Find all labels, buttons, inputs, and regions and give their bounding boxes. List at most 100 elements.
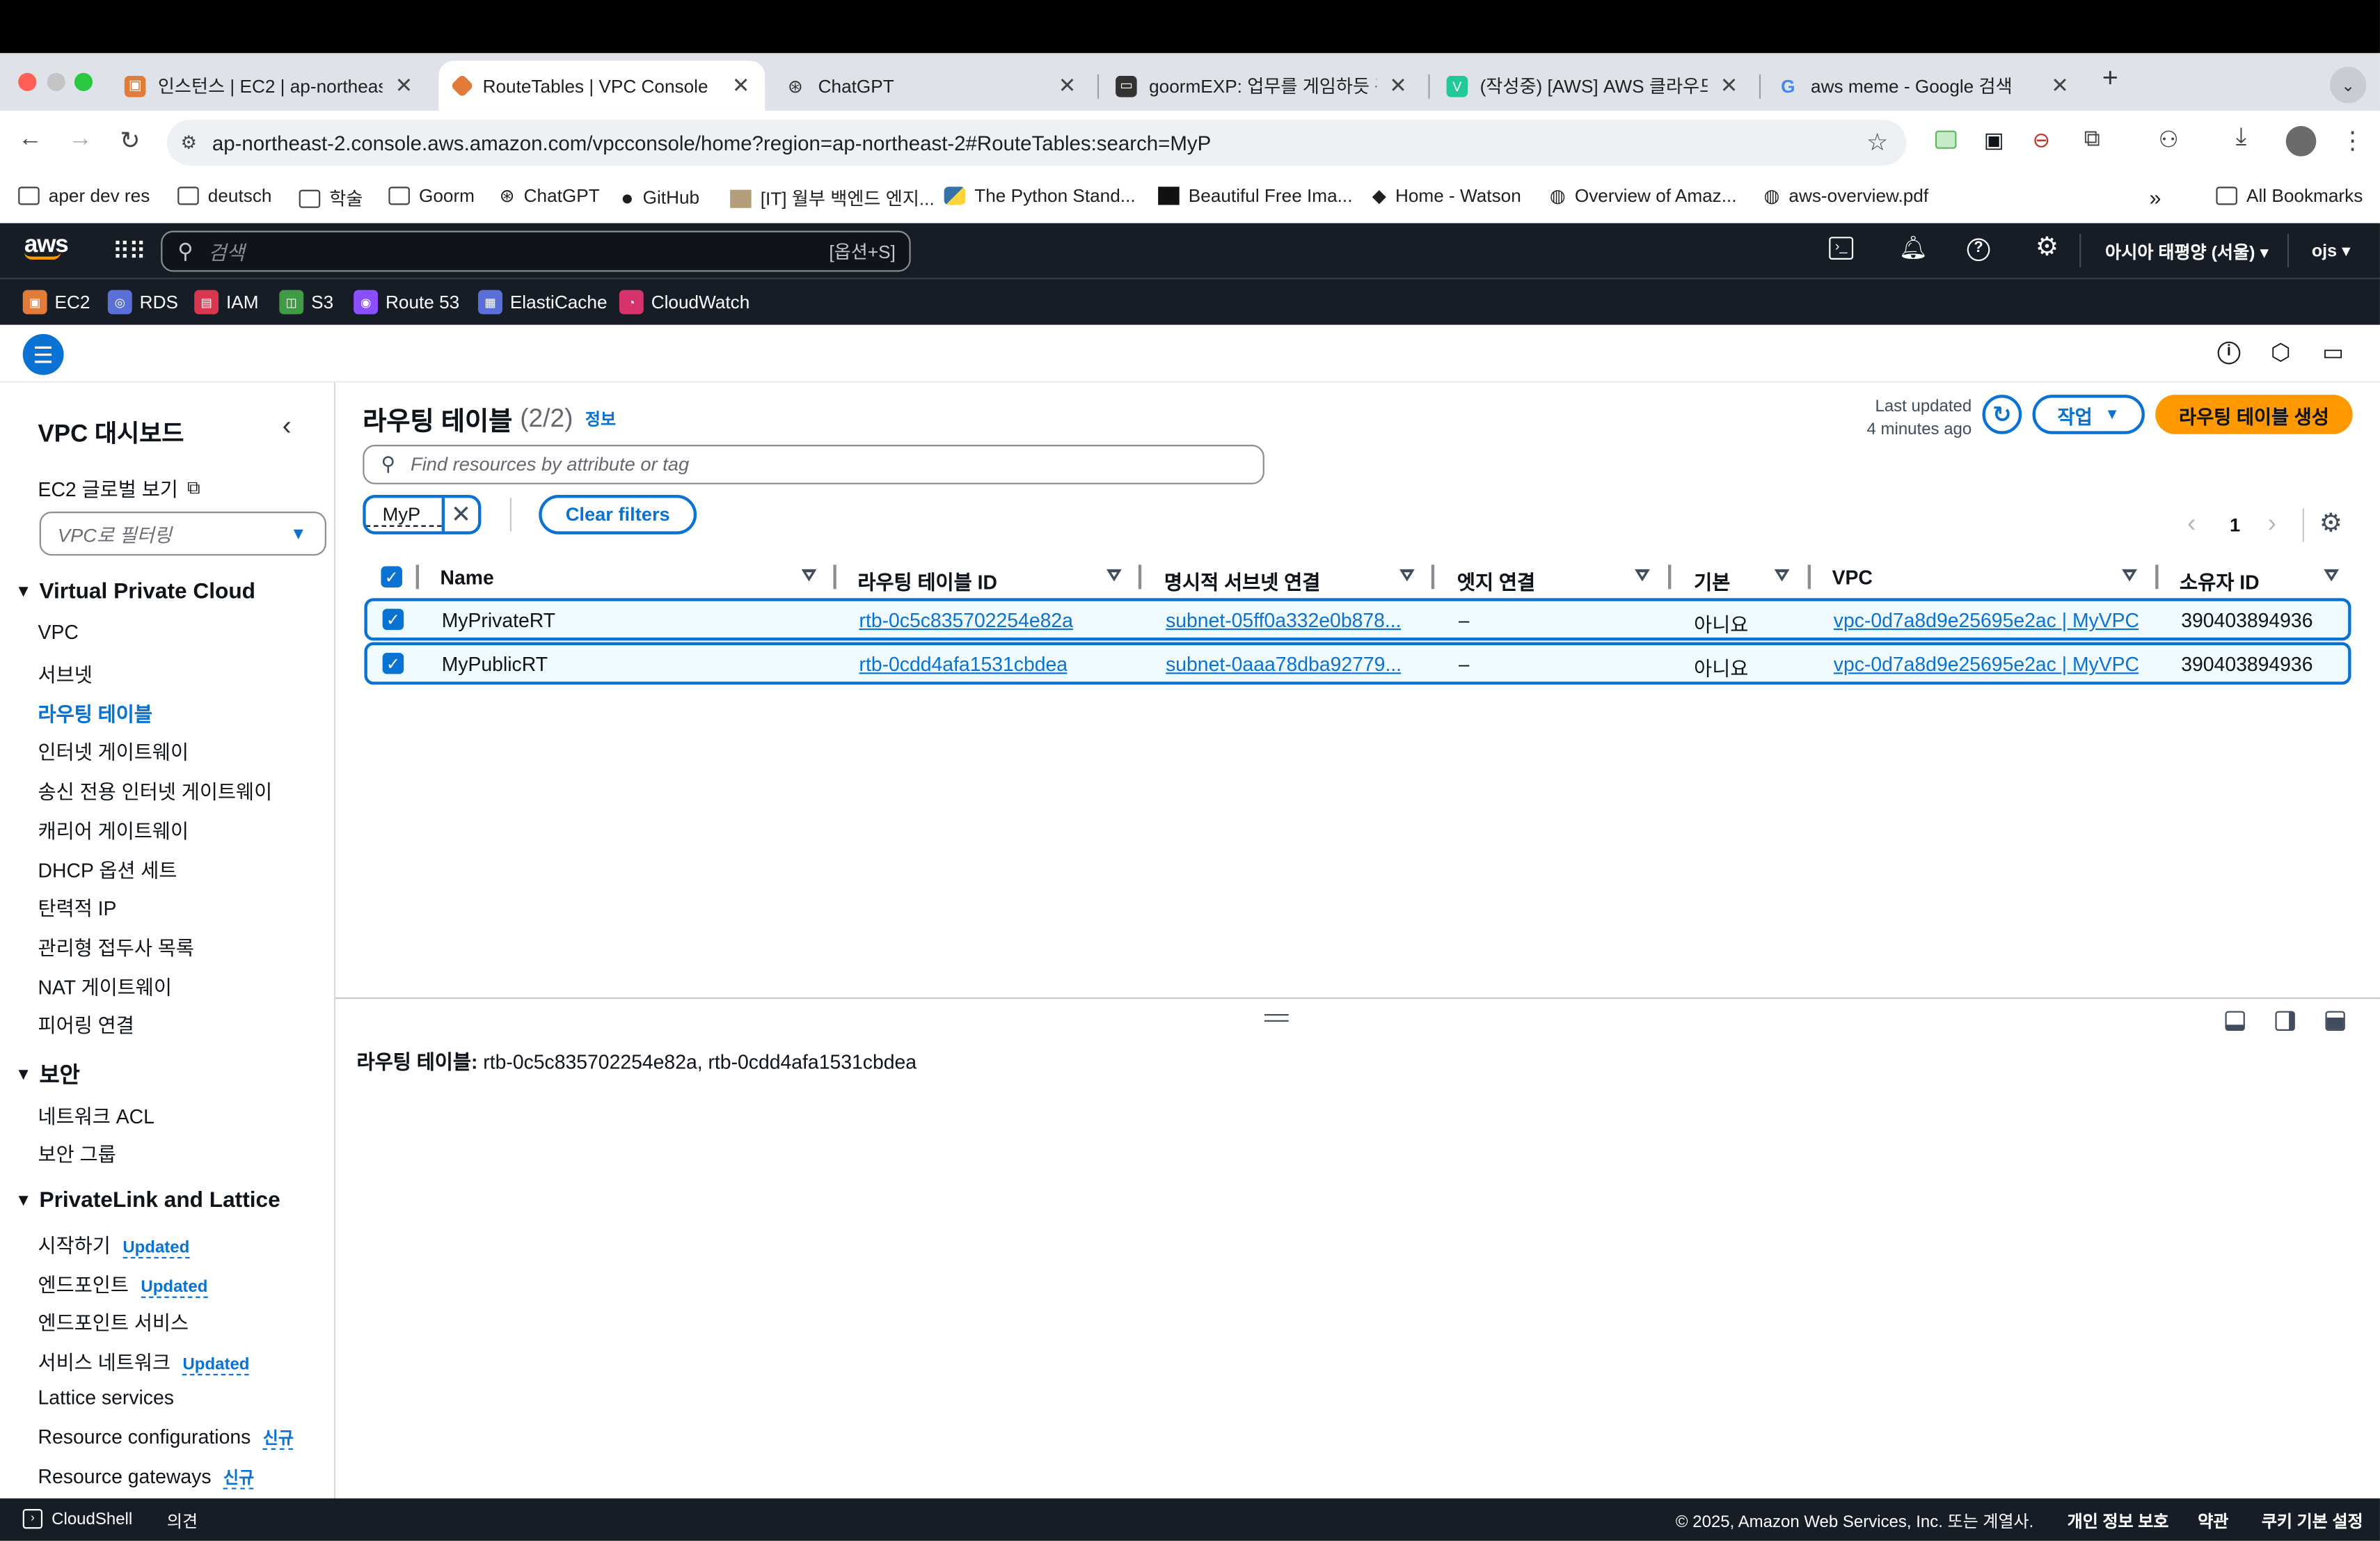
favorite-cloudwatch[interactable]: ◔ CloudWatch xyxy=(619,290,749,315)
sort-icon[interactable] xyxy=(2324,569,2340,582)
tab-search-icon[interactable]: ⌄ xyxy=(2329,66,2367,104)
display-settings-icon[interactable]: ▭ xyxy=(2322,338,2344,366)
column-header-edge[interactable]: 엣지 연결 xyxy=(1457,567,1535,595)
all-bookmarks[interactable]: All Bookmarks xyxy=(2216,185,2363,207)
cell-vpc[interactable]: vpc-0d7a8d9e25695e2ac | MyVPC xyxy=(1834,609,2139,632)
region-selector[interactable]: 아시아 태평양 (서울) ▾ xyxy=(2105,240,2269,264)
profile-avatar[interactable] xyxy=(2285,126,2317,157)
browser-tab-active[interactable]: RouteTables | VPC Console ✕ xyxy=(438,61,765,111)
panel-bottom-icon[interactable] xyxy=(2225,1011,2245,1031)
column-header-main[interactable]: 기본 xyxy=(1694,567,1730,595)
sidebar-item-service-networks[interactable]: 서비스 네트워크 Updated xyxy=(38,1347,250,1376)
browser-tab[interactable]: V (작성중) [AWS] AWS 클라우드 네 ✕ xyxy=(1431,61,1753,111)
back-arrow-icon[interactable]: ← xyxy=(18,126,42,153)
reload-icon[interactable]: ↻ xyxy=(120,126,140,157)
bookmark-item[interactable]: ⊛ ChatGPT xyxy=(500,185,600,207)
download-icon[interactable]: ⤓ xyxy=(2236,125,2246,152)
address-bar[interactable]: ⚙ ap-northeast-2.console.aws.amazon.com/… xyxy=(166,120,1907,166)
sidebar-item-resource-configurations[interactable]: Resource configurations 신규 xyxy=(38,1425,294,1450)
sidebar-item-network-acls[interactable]: 네트워크 ACL xyxy=(38,1100,154,1129)
sidebar-item-carrier-gateways[interactable]: 캐리어 게이트웨이 xyxy=(38,815,189,844)
cell-subnet[interactable]: subnet-0aaa78dba92779... xyxy=(1166,653,1402,676)
services-menu-icon[interactable]: ⠿⠿ xyxy=(112,237,146,267)
sidebar-item-subnets[interactable]: 서브넷 xyxy=(38,659,93,688)
new-tab-button[interactable]: + xyxy=(2102,62,2118,94)
close-icon[interactable]: ✕ xyxy=(732,73,750,99)
favorite-iam[interactable]: ▤ IAM xyxy=(194,290,259,315)
remove-filter-icon[interactable]: ✕ xyxy=(444,500,478,530)
sidebar-item-security-groups[interactable]: 보안 그룹 xyxy=(38,1139,116,1167)
help-icon[interactable]: ? xyxy=(1967,238,1990,262)
next-page-icon[interactable]: › xyxy=(2268,509,2276,539)
sidebar-item-resource-gateways[interactable]: Resource gateways 신규 xyxy=(38,1465,255,1489)
url-text[interactable]: ap-northeast-2.console.aws.amazon.com/vp… xyxy=(212,132,1211,155)
bookmark-item[interactable]: deutsch xyxy=(177,185,271,207)
sidebar-item-endpoints[interactable]: 엔드포인트 Updated xyxy=(38,1269,208,1298)
sort-icon[interactable] xyxy=(1106,569,1122,582)
column-header-vpc[interactable]: VPC xyxy=(1832,567,1873,590)
side-nav-toggle-icon[interactable]: ☰ xyxy=(22,333,64,375)
bookmark-item[interactable]: ◆ Home - Watson xyxy=(1372,185,1521,207)
browser-tab[interactable]: ⊛ ChatGPT ✕ xyxy=(770,61,1091,111)
table-row[interactable]: ✓ MyPublicRT rtb-0cdd4afa1531cbdea subne… xyxy=(364,642,2351,685)
window-minimize-button[interactable] xyxy=(47,72,65,91)
cloudshell-icon[interactable]: ›_ xyxy=(1829,237,1854,260)
column-header-owner-id[interactable]: 소유자 ID xyxy=(2180,567,2260,595)
sidebar-item-elastic-ips[interactable]: 탄력적 IP xyxy=(38,892,117,921)
security-icon[interactable]: ⬡ xyxy=(2271,338,2291,366)
sidebar-item-route-tables[interactable]: 라우팅 테이블 xyxy=(38,698,152,727)
sidebar-item-endpoint-services[interactable]: 엔드포인트 서비스 xyxy=(38,1307,189,1336)
column-header-name[interactable]: Name xyxy=(441,567,494,590)
extension-icon[interactable]: ⊖ xyxy=(2032,127,2050,153)
aws-search-input[interactable]: ⚲ 검색 [옵션+S] xyxy=(161,230,911,272)
browser-tab[interactable]: ▭ goormEXP: 업무를 게임하듯 관리 ✕ xyxy=(1100,61,1422,111)
filter-token-label[interactable]: MyP xyxy=(365,503,442,526)
cookie-preferences-link[interactable]: 쿠키 기본 설정 xyxy=(2262,1509,2363,1533)
close-icon[interactable]: ✕ xyxy=(1389,73,1407,99)
section-security[interactable]: ▼ 보안 xyxy=(15,1058,80,1090)
info-link[interactable]: 정보 xyxy=(585,406,616,430)
bookmark-item[interactable]: aper dev res xyxy=(18,185,150,207)
page-number[interactable]: 1 xyxy=(2230,514,2240,536)
extensions-puzzle-icon[interactable]: ⧉ xyxy=(2084,126,2100,152)
browser-tab[interactable]: ▣ 인스턴스 | EC2 | ap-northeast-2 ✕ xyxy=(109,61,428,111)
create-route-table-button[interactable]: 라우팅 테이블 생성 xyxy=(2155,395,2353,434)
sidebar-item-egress-only-igw[interactable]: 송신 전용 인터넷 게이트웨이 xyxy=(38,776,273,805)
sort-icon[interactable] xyxy=(1635,569,1650,582)
incognito-icon[interactable]: ⚇ xyxy=(2159,126,2179,153)
menu-kebab-icon[interactable]: ⋮ xyxy=(2340,126,2365,157)
favorite-s3[interactable]: ◫ S3 xyxy=(279,290,333,315)
bookmark-item[interactable]: ● GitHub xyxy=(621,185,699,210)
collapse-chevron-icon[interactable]: ‹ xyxy=(283,410,292,442)
bookmark-item[interactable]: ◍ Overview of Amaz... xyxy=(1550,185,1737,207)
sidebar-item-peering[interactable]: 피어링 연결 xyxy=(38,1009,134,1038)
vpc-filter-select[interactable]: VPC로 필터링 ▼ xyxy=(39,512,326,556)
favorite-ec2[interactable]: ▣ EC2 xyxy=(22,290,90,315)
cell-subnet[interactable]: subnet-05ff0a332e0b878... xyxy=(1166,609,1401,632)
forward-arrow-icon[interactable]: → xyxy=(68,126,93,153)
sidebar-item-internet-gateways[interactable]: 인터넷 게이트웨이 xyxy=(38,736,189,765)
bookmark-item[interactable]: 학술 xyxy=(299,185,363,211)
sidebar-item-dhcp-options[interactable]: DHCP 옵션 세트 xyxy=(38,855,177,883)
select-all-checkbox[interactable]: ✓ xyxy=(381,566,402,588)
favorite-elasticache[interactable]: ▦ ElastiCache xyxy=(478,290,608,315)
section-virtual-private-cloud[interactable]: ▼ Virtual Private Cloud xyxy=(15,580,255,604)
close-icon[interactable]: ✕ xyxy=(1720,73,1738,99)
bell-icon[interactable]: 🔔︎ xyxy=(1899,234,1928,261)
extension-icon[interactable]: ▣ xyxy=(1984,127,2004,153)
cell-route-table-id[interactable]: rtb-0c5c835702254e82a xyxy=(859,609,1073,632)
sidebar-item-lattice-services[interactable]: Lattice services xyxy=(38,1386,174,1409)
favorite-rds[interactable]: ◎ RDS xyxy=(107,290,178,315)
table-row[interactable]: ✓ MyPrivateRT rtb-0c5c835702254e82a subn… xyxy=(364,598,2351,641)
cell-route-table-id[interactable]: rtb-0cdd4afa1531cbdea xyxy=(859,653,1068,676)
panel-full-icon[interactable] xyxy=(2325,1011,2345,1031)
refresh-button[interactable]: ↻ xyxy=(1982,395,2022,434)
table-preferences-gear-icon[interactable]: ⚙ xyxy=(2319,509,2342,539)
favorite-route53[interactable]: ◉ Route 53 xyxy=(354,290,459,315)
prev-page-icon[interactable]: ‹ xyxy=(2187,509,2196,539)
bookmark-item[interactable]: Beautiful Free Ima... xyxy=(1158,185,1352,207)
terms-link[interactable]: 약관 xyxy=(2198,1509,2228,1533)
bookmark-item[interactable]: [IT] 월부 백엔드 엔지... xyxy=(730,185,935,211)
sort-icon[interactable] xyxy=(801,569,817,582)
privacy-link[interactable]: 개인 정보 보호 xyxy=(2068,1509,2169,1533)
